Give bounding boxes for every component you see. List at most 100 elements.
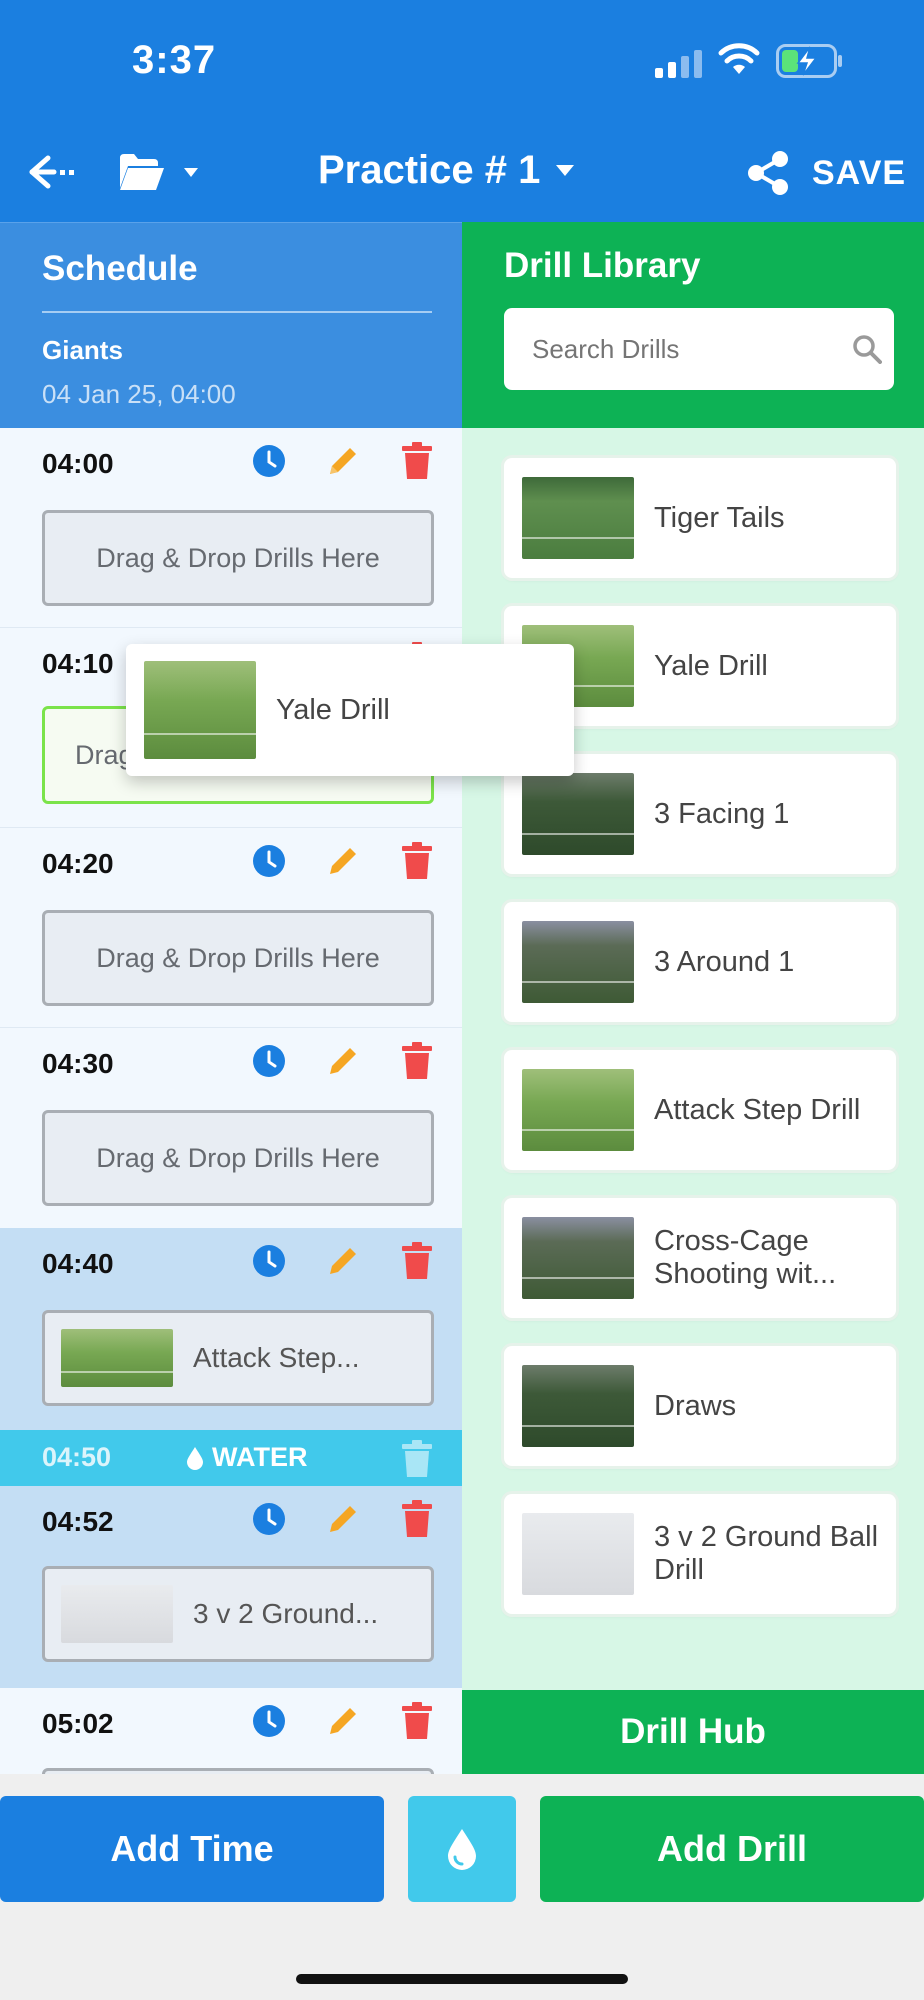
clock-icon[interactable] — [252, 444, 286, 478]
pencil-icon[interactable] — [326, 1704, 360, 1738]
back-arrow-icon[interactable] — [24, 148, 74, 196]
slot-time: 04:00 — [42, 448, 114, 479]
search-box[interactable] — [504, 308, 894, 390]
drill-thumbnail — [522, 1217, 634, 1299]
slot-time: 04:52 — [42, 1506, 114, 1537]
cellular-signal-icon — [655, 50, 702, 78]
dragging-drill-name: Yale Drill — [276, 693, 390, 726]
trash-icon[interactable] — [400, 442, 434, 480]
slot-time: 04:40 — [42, 1248, 114, 1279]
clock-icon[interactable] — [252, 1502, 286, 1536]
drill-card[interactable]: 3 Around 1 — [504, 902, 896, 1022]
time-slot: 04:52 3 v 2 Ground... — [0, 1486, 462, 1688]
scheduled-drill-name: Attack Step... — [193, 1342, 360, 1373]
drill-thumbnail — [522, 1365, 634, 1447]
water-drop-icon — [187, 1446, 203, 1470]
time-slot: 05:02 — [0, 1688, 462, 1774]
drill-thumbnail — [522, 477, 634, 559]
trash-icon[interactable] — [400, 1042, 434, 1080]
drill-card[interactable]: Tiger Tails — [504, 458, 896, 578]
pencil-icon[interactable] — [326, 444, 360, 478]
chevron-down-icon — [556, 165, 575, 176]
search-icon[interactable] — [852, 334, 882, 364]
clock-icon[interactable] — [252, 844, 286, 878]
clock-icon[interactable] — [252, 1244, 286, 1278]
wifi-icon — [718, 43, 760, 74]
drill-card[interactable]: 3 v 2 Ground Ball Drill — [504, 1494, 896, 1614]
drill-name: Cross-Cage Shooting wit... — [654, 1225, 837, 1290]
drill-thumbnail — [522, 1513, 634, 1595]
status-time: 3:37 — [132, 38, 217, 82]
drill-dropzone[interactable]: Drag & Drop Drills Here — [42, 510, 434, 606]
top-bar: 3:37 Practice # 1 SAVE — [0, 0, 924, 222]
scheduled-drill[interactable]: 3 v 2 Ground... — [42, 1566, 434, 1662]
schedule-header: Schedule Giants 04 Jan 25, 04:00 — [0, 222, 462, 428]
drill-name: Yale Drill — [654, 649, 768, 682]
time-slot: 04:40 Attack Step... — [0, 1228, 462, 1430]
drill-card[interactable]: Attack Step Drill — [504, 1050, 896, 1170]
water-time: 04:50 — [42, 1442, 112, 1472]
trash-icon[interactable] — [400, 1500, 434, 1538]
trash-icon[interactable] — [400, 1242, 434, 1280]
drill-thumbnail — [61, 1585, 173, 1643]
pencil-icon[interactable] — [326, 1502, 360, 1536]
drill-name: 3 v 2 Ground Ball Drill — [654, 1521, 879, 1586]
time-slot: 04:00 Drag & Drop Drills Here — [0, 428, 462, 628]
water-label: WATER — [186, 1442, 308, 1473]
dragging-drill-card[interactable]: Yale Drill — [126, 644, 574, 776]
add-drill-button[interactable]: Add Drill — [540, 1796, 924, 1902]
practice-title: Practice # 1 — [318, 148, 541, 192]
drill-thumbnail — [522, 773, 634, 855]
drill-library-header: Drill Library — [462, 222, 924, 428]
home-indicator[interactable] — [296, 1974, 628, 1984]
drill-card[interactable]: Draws — [504, 1346, 896, 1466]
team-name: Giants — [42, 335, 123, 365]
drill-name: Tiger Tails — [654, 501, 785, 534]
dropzone-label: Drag — [75, 739, 134, 770]
trash-icon[interactable] — [400, 1702, 434, 1740]
drill-name: Draws — [654, 1389, 737, 1422]
drill-name: 3 Facing 1 — [654, 797, 790, 830]
pencil-icon[interactable] — [326, 1244, 360, 1278]
pencil-icon[interactable] — [326, 844, 360, 878]
search-input[interactable] — [532, 334, 832, 365]
dropzone-label: Drag & Drop Drills Here — [96, 542, 380, 573]
dropzone-label: Drag & Drop Drills Here — [96, 1142, 380, 1173]
drill-thumbnail — [144, 661, 256, 759]
divider — [42, 311, 432, 313]
save-button[interactable]: SAVE — [812, 154, 906, 193]
drill-library-title: Drill Library — [504, 246, 701, 285]
drill-card[interactable]: Cross-Cage Shooting wit... — [504, 1198, 896, 1318]
bottom-action-bar: Add Time Add Drill — [0, 1774, 924, 2000]
drill-name: 3 Around 1 — [654, 945, 795, 978]
trash-icon[interactable] — [400, 1440, 434, 1478]
water-break-row: 04:50 WATER — [0, 1430, 462, 1486]
drill-library-list: Tiger Tails Yale Drill 3 Facing 1 3 Arou… — [462, 428, 924, 1690]
add-time-button[interactable]: Add Time — [0, 1796, 384, 1902]
drill-dropzone[interactable]: Drag & Drop Drills Here — [42, 1110, 434, 1206]
slot-time: 05:02 — [42, 1708, 114, 1739]
practice-title-dropdown[interactable]: Practice # 1 — [318, 148, 575, 193]
trash-icon[interactable] — [400, 842, 434, 880]
schedule-title: Schedule — [42, 249, 198, 288]
dropzone-label: Drag & Drop Drills Here — [96, 942, 380, 973]
time-slot: 04:20 Drag & Drop Drills Here — [0, 828, 462, 1028]
drill-thumbnail — [522, 921, 634, 1003]
scheduled-drill-name: 3 v 2 Ground... — [193, 1598, 379, 1629]
add-water-button[interactable] — [408, 1796, 516, 1902]
drill-thumbnail — [522, 1069, 634, 1151]
slot-time: 04:10 — [42, 648, 114, 679]
folder-dropdown-icon[interactable] — [118, 152, 204, 194]
pencil-icon[interactable] — [326, 1044, 360, 1078]
clock-icon[interactable] — [252, 1704, 286, 1738]
clock-icon[interactable] — [252, 1044, 286, 1078]
water-text: WATER — [212, 1442, 308, 1472]
drill-dropzone[interactable]: Drag & Drop Drills Here — [42, 910, 434, 1006]
water-drop-icon — [448, 1829, 476, 1870]
drill-thumbnail — [61, 1329, 173, 1387]
share-icon[interactable] — [746, 150, 790, 196]
time-slot: 04:30 Drag & Drop Drills Here — [0, 1028, 462, 1228]
scheduled-drill[interactable]: Attack Step... — [42, 1310, 434, 1406]
drill-hub-button[interactable]: Drill Hub — [462, 1690, 924, 1774]
slot-time: 04:30 — [42, 1048, 114, 1079]
